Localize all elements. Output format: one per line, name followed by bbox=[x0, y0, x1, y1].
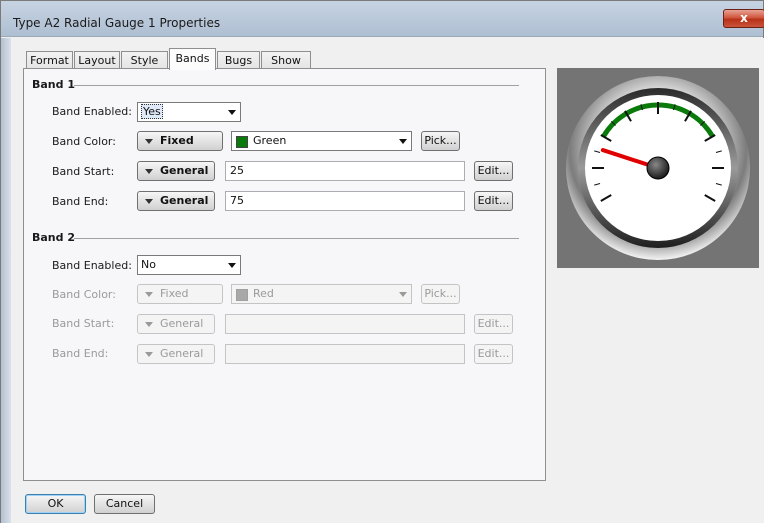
ok-button[interactable]: OK bbox=[25, 494, 86, 514]
band2-color-swatch bbox=[236, 289, 248, 301]
window-frame-edge bbox=[1, 38, 11, 523]
window-title: Type A2 Radial Gauge 1 Properties bbox=[13, 16, 221, 30]
band1-end-label: Band End: bbox=[52, 195, 109, 208]
radial-gauge-preview bbox=[566, 76, 750, 260]
band1-color-value: Green bbox=[253, 134, 287, 147]
band2-header: Band 2 bbox=[32, 231, 75, 244]
band1-enabled-select[interactable]: Yes bbox=[137, 102, 241, 122]
band1-start-label: Band Start: bbox=[52, 165, 115, 178]
band1-color-swatch bbox=[236, 136, 248, 148]
band1-pick-button[interactable]: Pick... bbox=[421, 131, 460, 151]
band1-color-select[interactable]: Green bbox=[231, 131, 412, 151]
dropdown-arrow-icon bbox=[145, 322, 153, 327]
band2-enabled-value: No bbox=[141, 258, 156, 271]
band1-end-mode-button[interactable]: General bbox=[137, 191, 215, 211]
band1-header: Band 1 bbox=[32, 78, 75, 91]
band2-start-edit-button[interactable]: Edit... bbox=[474, 314, 513, 334]
properties-dialog: Type A2 Radial Gauge 1 Properties x Form… bbox=[0, 0, 764, 523]
band2-color-mode-label: Fixed bbox=[160, 287, 189, 300]
close-icon: x bbox=[740, 11, 748, 25]
dropdown-arrow-icon bbox=[145, 352, 153, 357]
band1-end-input[interactable]: 75 bbox=[225, 191, 465, 211]
cancel-button[interactable]: Cancel bbox=[94, 494, 155, 514]
title-bar[interactable]: Type A2 Radial Gauge 1 Properties x bbox=[1, 1, 764, 37]
chevron-down-icon bbox=[228, 263, 236, 268]
dropdown-arrow-icon bbox=[145, 139, 153, 144]
band2-divider bbox=[74, 238, 519, 239]
band1-color-label: Band Color: bbox=[52, 135, 116, 148]
band1-start-edit-button[interactable]: Edit... bbox=[474, 161, 513, 181]
band2-pick-button[interactable]: Pick... bbox=[421, 284, 460, 304]
band2-start-label: Band Start: bbox=[52, 317, 115, 330]
band1-start-mode-button[interactable]: General bbox=[137, 161, 215, 181]
dropdown-arrow-icon bbox=[145, 199, 153, 204]
band2-start-input[interactable] bbox=[225, 314, 465, 334]
close-button[interactable]: x bbox=[723, 9, 764, 28]
gauge-hub bbox=[646, 156, 670, 180]
band2-end-input[interactable] bbox=[225, 344, 465, 364]
band2-enabled-label: Band Enabled: bbox=[52, 259, 132, 272]
band2-color-mode-button[interactable]: Fixed bbox=[137, 284, 223, 304]
chevron-down-icon bbox=[228, 110, 236, 115]
band1-start-input[interactable]: 25 bbox=[225, 161, 465, 181]
band2-enabled-select[interactable]: No bbox=[137, 255, 241, 275]
band1-enabled-value: Yes bbox=[141, 104, 163, 119]
band2-end-mode-button[interactable]: General bbox=[137, 344, 215, 364]
band2-start-mode-label: General bbox=[160, 317, 204, 330]
chevron-down-icon bbox=[399, 139, 407, 144]
band1-start-mode-label: General bbox=[160, 164, 209, 177]
tab-bands[interactable]: Bands bbox=[169, 48, 216, 70]
band2-color-value: Red bbox=[253, 287, 274, 300]
chevron-down-icon bbox=[399, 292, 407, 297]
band2-end-mode-label: General bbox=[160, 347, 204, 360]
band2-start-mode-button[interactable]: General bbox=[137, 314, 215, 334]
band2-end-label: Band End: bbox=[52, 347, 109, 360]
band1-divider bbox=[74, 85, 519, 86]
dropdown-arrow-icon bbox=[145, 292, 153, 297]
band1-color-mode-label: Fixed bbox=[160, 134, 194, 147]
dropdown-arrow-icon bbox=[145, 169, 153, 174]
bands-tab-panel bbox=[23, 68, 546, 481]
gauge-preview bbox=[557, 68, 759, 268]
band1-color-mode-button[interactable]: Fixed bbox=[137, 131, 223, 151]
band2-end-edit-button[interactable]: Edit... bbox=[474, 344, 513, 364]
band2-color-select[interactable]: Red bbox=[231, 284, 412, 304]
band2-color-label: Band Color: bbox=[52, 288, 116, 301]
band1-end-edit-button[interactable]: Edit... bbox=[474, 191, 513, 211]
band1-end-mode-label: General bbox=[160, 194, 209, 207]
band1-enabled-label: Band Enabled: bbox=[52, 105, 132, 118]
